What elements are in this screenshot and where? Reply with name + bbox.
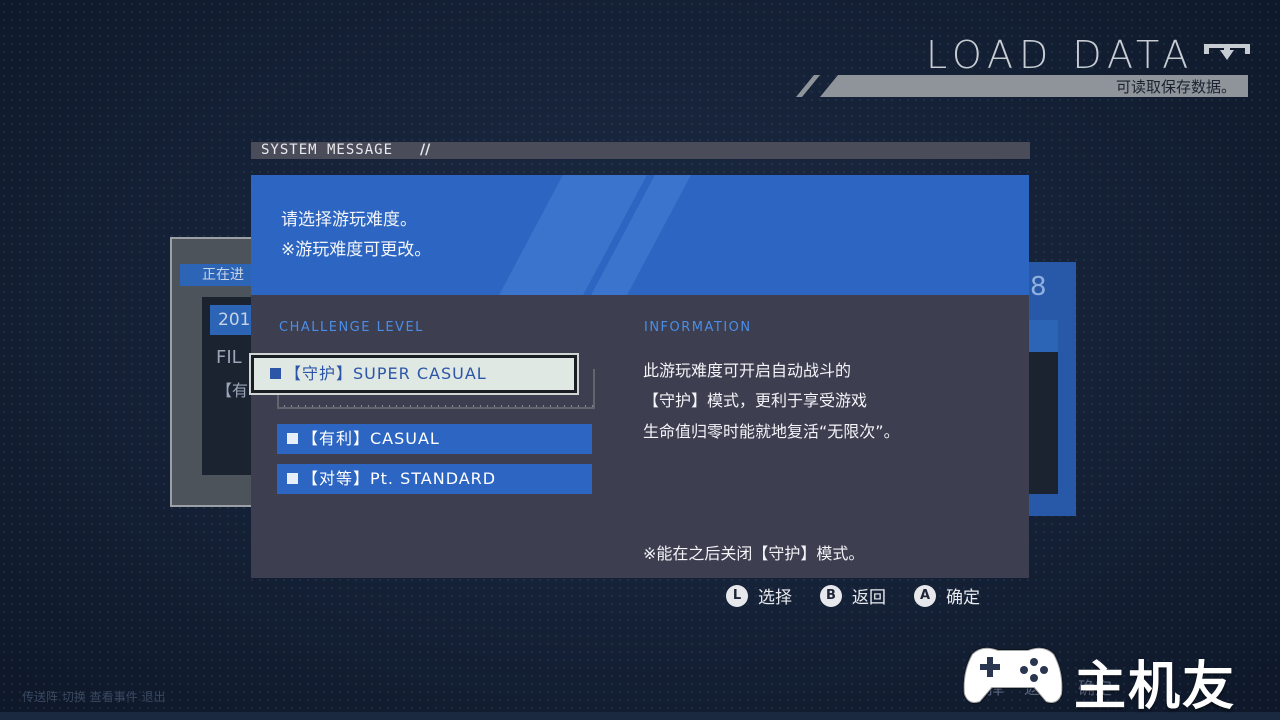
info-note: ※能在之后关闭【守护】模式。 [643, 544, 865, 563]
difficulty-option-standard[interactable]: 【对等】Pt. STANDARD [277, 464, 592, 494]
watermark-text: 主机友 [1074, 657, 1237, 717]
option-bullet-icon [287, 433, 298, 444]
hint-label: 选择 [758, 588, 792, 608]
save-slot-difficulty: 【有 [216, 381, 249, 400]
double-slash-icon: // [420, 142, 431, 158]
hint-label: 确定 [946, 588, 980, 608]
option-label: 【有利】CASUAL [302, 429, 440, 448]
difficulty-option-casual[interactable]: 【有利】CASUAL [277, 424, 592, 454]
save-slot-pill-right [1024, 320, 1058, 352]
hint-select[interactable]: L 选择 [726, 583, 792, 608]
hint-label: 返回 [852, 588, 886, 608]
challenge-level-heading: CHALLENGE LEVEL [279, 320, 424, 335]
save-slot-status: 正在进 [180, 264, 258, 286]
save-slot-inner: 2019 FIL 【有 [202, 297, 261, 475]
b-button-icon: B [820, 584, 842, 607]
information-heading: INFORMATION [644, 320, 752, 335]
prompt-note-line: ※游玩难度可更改。 [281, 240, 432, 260]
watermark: 主机友 [958, 642, 1268, 717]
option-label: 【守护】SUPER CASUAL [285, 364, 487, 383]
info-text-line: 【守护】模式，更利于享受游戏 [643, 391, 868, 410]
save-slot-inner-right [1024, 320, 1058, 494]
page-title: LOAD DATA [926, 33, 1195, 77]
save-slot-number: 8 [1030, 272, 1047, 302]
selected-option-dots [281, 405, 597, 407]
a-button-icon: A [914, 584, 936, 607]
info-text-line: 生命值归零时能就地复活“无限次”。 [643, 422, 900, 441]
option-bullet-icon [287, 473, 298, 484]
save-slot-card-left: 正在进 2019 FIL 【有 [170, 237, 261, 507]
l-stick-icon: L [726, 584, 748, 607]
gamepad-logo-icon [962, 646, 1064, 704]
load-arrow-icon [1204, 44, 1250, 60]
difficulty-option-super-casual[interactable]: 【守护】SUPER CASUAL [251, 355, 577, 393]
prompt-text-line: 请选择游玩难度。 [281, 210, 417, 230]
hint-confirm[interactable]: A 确定 [914, 583, 980, 608]
option-bullet-icon [270, 368, 281, 379]
hint-back[interactable]: B 返回 [820, 583, 886, 608]
button-hints: L 选择 B 返回 A 确定 [726, 583, 1008, 608]
option-label: 【对等】Pt. STANDARD [302, 469, 497, 488]
info-text-line: 此游玩难度可开启自动战斗的 [643, 361, 852, 380]
system-message-label: SYSTEM MESSAGE [261, 142, 394, 158]
background-control-hints: 传送阵 切换 查看事件 退出 [22, 690, 166, 704]
dialog-body: CHALLENGE LEVEL 【守护】SUPER CASUAL 【有利】CAS… [251, 295, 1029, 578]
save-slot-card-right: 8 [1024, 262, 1076, 516]
save-slot-file: FIL [216, 347, 242, 368]
dialog-prompt-panel: 请选择游玩难度。 ※游玩难度可更改。 [251, 175, 1029, 295]
page-subtitle: 可读取保存数据。 [1115, 78, 1236, 96]
